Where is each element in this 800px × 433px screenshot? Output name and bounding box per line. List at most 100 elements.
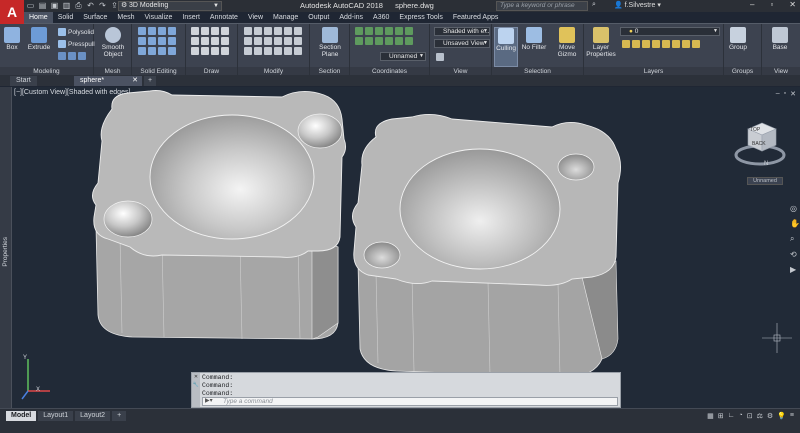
steering-wheel-icon[interactable]: ◎ <box>790 204 800 213</box>
osnap-icon[interactable]: ⊡ <box>747 412 753 420</box>
ucs-3point-icon[interactable] <box>355 37 363 45</box>
ucs-icon[interactable] <box>355 27 363 35</box>
tab-insert[interactable]: Insert <box>177 12 205 23</box>
workspace-gear-icon[interactable]: ⚙ <box>767 412 773 420</box>
line-icon[interactable] <box>191 27 199 35</box>
save-as-icon[interactable]: ▥ <box>62 1 71 10</box>
ucs-view-icon[interactable] <box>385 37 393 45</box>
extend-icon[interactable] <box>254 37 262 45</box>
check-icon[interactable] <box>168 47 176 55</box>
ucs-object-icon[interactable] <box>375 37 383 45</box>
move-gizmo-button[interactable]: Move Gizmo <box>552 27 582 58</box>
extract-edges-icon[interactable] <box>168 37 176 45</box>
redo-icon[interactable]: ↷ <box>98 1 107 10</box>
intersect-icon[interactable] <box>158 27 166 35</box>
point-icon[interactable] <box>191 47 199 55</box>
tab-featured-apps[interactable]: Featured Apps <box>448 12 504 23</box>
polar-icon[interactable]: ◔ <box>739 412 743 420</box>
trim-icon[interactable] <box>244 37 252 45</box>
right-mold-block[interactable] <box>352 114 621 378</box>
group-button[interactable]: Group <box>727 27 749 51</box>
layer-walk-icon[interactable] <box>692 40 700 48</box>
ucs-combo[interactable]: Unnamed ▼ <box>380 52 426 61</box>
drawing-viewport[interactable]: [−][Custom View][Shaded with edges] – ▫ … <box>12 87 800 408</box>
ucs-face-icon[interactable] <box>365 37 373 45</box>
move-icon[interactable] <box>244 27 252 35</box>
erase-icon[interactable] <box>264 47 272 55</box>
tab-mesh[interactable]: Mesh <box>112 12 139 23</box>
rectangle-icon[interactable] <box>191 37 199 45</box>
showmotion-icon[interactable]: ▶ <box>790 265 800 274</box>
presspull-button[interactable]: Presspull <box>58 40 95 48</box>
copy-icon[interactable] <box>264 27 272 35</box>
stretch-icon[interactable] <box>244 47 252 55</box>
ucs-origin-icon[interactable] <box>375 27 383 35</box>
polyline-icon[interactable] <box>201 27 209 35</box>
maximize-icon[interactable]: ▫ <box>770 0 773 9</box>
extrude-button[interactable]: Extrude <box>26 27 52 51</box>
ucs-menu-badge[interactable]: Unnamed <box>747 177 783 185</box>
snap-icon[interactable]: ⊞ <box>718 412 724 420</box>
base-button[interactable]: Base <box>768 27 792 51</box>
layout-tab-layout1[interactable]: Layout1 <box>38 411 74 421</box>
arc-icon[interactable] <box>221 27 229 35</box>
ellipse-icon[interactable] <box>211 37 219 45</box>
user-account[interactable]: 👤 f.Silvestre ▾ <box>614 1 661 9</box>
layer-properties-button[interactable]: Layer Properties <box>586 27 616 58</box>
pan-icon[interactable]: ✋ <box>790 219 800 228</box>
spline-icon[interactable] <box>201 37 209 45</box>
union-icon[interactable] <box>138 27 146 35</box>
doc-tab-start[interactable]: Start <box>10 76 37 86</box>
zoom-icon[interactable]: ⌕ <box>790 234 800 244</box>
box-button[interactable]: Box <box>2 27 22 51</box>
customize-icon[interactable]: ≡ <box>790 412 794 420</box>
close-icon[interactable]: ✕ <box>789 0 796 9</box>
layer-off-icon[interactable] <box>622 40 630 48</box>
modeling-more[interactable] <box>58 52 86 60</box>
command-line-grip[interactable]: ✕ 🔧 <box>192 373 200 407</box>
align-icon[interactable] <box>254 47 262 55</box>
culling-button[interactable]: Culling <box>494 27 518 67</box>
region-icon[interactable] <box>201 47 209 55</box>
tab-add-ins[interactable]: Add-ins <box>334 12 368 23</box>
workspace-switcher[interactable]: ⚙ 3D Modeling ▼ <box>118 1 222 11</box>
ucs-z-icon[interactable] <box>405 27 413 35</box>
tab-annotate[interactable]: Annotate <box>205 12 243 23</box>
no-filter-button[interactable]: No Filter <box>520 27 548 51</box>
command-input[interactable]: ▶▾ Type a command <box>202 397 618 406</box>
tab-solid[interactable]: Solid <box>53 12 79 23</box>
layer-combo[interactable]: ● 0 ▼ <box>620 27 720 36</box>
undo-icon[interactable]: ↶ <box>86 1 95 10</box>
fillet-edge-icon[interactable] <box>168 27 176 35</box>
minimize-icon[interactable]: – <box>750 0 754 9</box>
boundary-icon[interactable] <box>211 47 219 55</box>
app-logo[interactable]: A <box>0 0 24 24</box>
separate-icon[interactable] <box>148 47 156 55</box>
scale-icon[interactable] <box>284 27 292 35</box>
viewport-config-icon[interactable] <box>436 53 444 61</box>
layer-previous-icon[interactable] <box>672 40 680 48</box>
tab-output[interactable]: Output <box>303 12 334 23</box>
tab-a360[interactable]: A360 <box>368 12 394 23</box>
tab-surface[interactable]: Surface <box>78 12 112 23</box>
offset-icon[interactable] <box>264 37 272 45</box>
fillet-icon[interactable] <box>274 37 282 45</box>
binoculars-icon[interactable]: ⌕ <box>592 1 596 9</box>
open-icon[interactable]: ▤ <box>38 1 47 10</box>
layer-isolate-icon[interactable] <box>632 40 640 48</box>
section-plane-button[interactable]: Section Plane <box>314 27 346 58</box>
layout-tab-layout2[interactable]: Layout2 <box>75 411 111 421</box>
tab-express-tools[interactable]: Express Tools <box>394 12 447 23</box>
helix-icon[interactable] <box>221 47 229 55</box>
break-icon[interactable] <box>284 47 292 55</box>
layout-tab-model[interactable]: Model <box>6 411 37 421</box>
3d-rotate-icon[interactable] <box>294 47 302 55</box>
tab-home[interactable]: Home <box>24 12 53 23</box>
ucs-y-icon[interactable] <box>395 27 403 35</box>
search-input[interactable]: Type a keyword or phrase <box>496 1 588 11</box>
new-tab-button[interactable]: + <box>144 76 157 86</box>
isolate-icon[interactable]: 💡 <box>777 412 786 420</box>
saved-view-combo[interactable]: Unsaved View ▼ <box>434 39 490 48</box>
explode-icon[interactable] <box>294 37 302 45</box>
imprint-icon[interactable] <box>138 47 146 55</box>
